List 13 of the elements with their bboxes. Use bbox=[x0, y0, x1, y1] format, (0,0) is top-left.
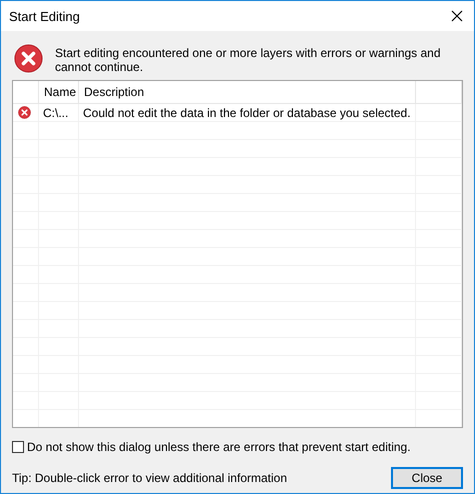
tip-text: Tip: Double-click error to view additional information bbox=[12, 471, 288, 485]
table-row[interactable]: C:\... Could not edit the data in the folder or database you selected. bbox=[13, 104, 462, 122]
table-cell: Could not edit the data in the folder or database you selected. bbox=[83, 106, 411, 120]
column-header[interactable]: Name bbox=[39, 81, 79, 103]
checkbox[interactable] bbox=[12, 441, 24, 453]
error-icon bbox=[14, 44, 43, 73]
table-cell: C:\... bbox=[43, 106, 68, 120]
error-icon bbox=[18, 106, 31, 119]
error-message: Start editing encountered one or more layers with errors or warnings and cannot continue. bbox=[55, 45, 442, 74]
column-header[interactable]: Description bbox=[79, 81, 416, 103]
close-button[interactable]: Close bbox=[391, 467, 463, 489]
window-title: Start Editing bbox=[9, 8, 80, 24]
checkbox-label[interactable]: Do not show this dialog unless there are errors that prevent start editing. bbox=[27, 440, 411, 454]
